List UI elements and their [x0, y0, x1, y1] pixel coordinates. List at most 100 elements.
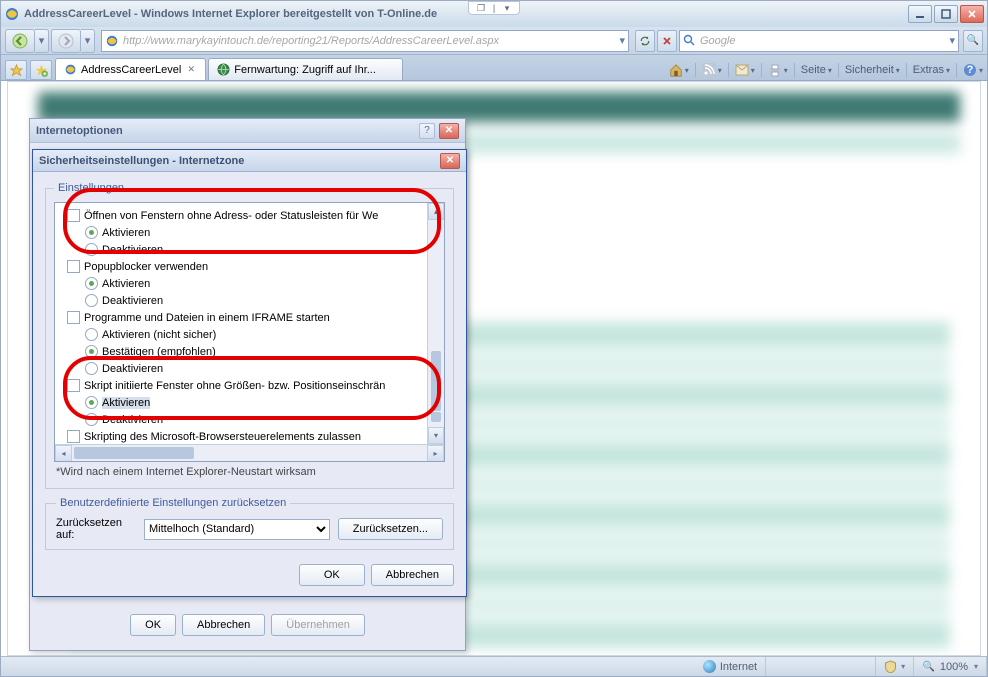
radio-icon — [85, 277, 98, 290]
radio-icon — [85, 413, 98, 426]
dialog-title: Sicherheitseinstellungen - Internetzone — [39, 155, 440, 167]
minimize-button[interactable] — [908, 5, 932, 23]
option-deactivate[interactable]: Deaktivieren — [61, 292, 427, 309]
tab-bar: AddressCareerLevel ✕ Fernwartung: Zugrif… — [1, 55, 987, 81]
back-dropdown[interactable]: ▾ — [35, 29, 49, 53]
address-fav-icon — [105, 34, 119, 48]
option-deactivate[interactable]: Deaktivieren — [61, 241, 427, 258]
reset-button[interactable]: Zurücksetzen... — [338, 518, 443, 540]
page-menu[interactable]: Seite▾ — [801, 64, 832, 76]
ok-button[interactable]: OK — [130, 614, 176, 636]
back-button[interactable] — [5, 29, 35, 53]
option-deactivate[interactable]: Deaktivieren — [61, 411, 427, 428]
dialog-help-button[interactable]: ? — [419, 123, 435, 139]
command-bar: ▾ ▾ ▾ ▾ Seite▾ Sicherheit▾ Extras▾ ?▾ — [669, 63, 983, 80]
scroll-thumb[interactable] — [431, 351, 441, 411]
search-provider-icon — [683, 34, 696, 47]
checkbox-icon — [67, 430, 80, 443]
search-dropdown-icon[interactable]: ▾ — [949, 34, 955, 47]
ok-button[interactable]: OK — [299, 564, 365, 586]
tab-label: AddressCareerLevel — [81, 64, 181, 76]
mini-spacer: | — [488, 3, 500, 13]
tab-fernwartung[interactable]: Fernwartung: Zugriff auf Ihr... — [208, 58, 403, 80]
scroll-right-icon[interactable]: ▸ — [427, 445, 444, 462]
help-button[interactable]: ?▾ — [963, 63, 983, 77]
setting-popup-blocker[interactable]: Popupblocker verwenden — [61, 258, 427, 275]
forward-button[interactable] — [51, 29, 81, 53]
globe-icon — [703, 660, 716, 673]
setting-iframe-launch[interactable]: Programme und Dateien in einem IFRAME st… — [61, 309, 427, 326]
ie-icon — [4, 6, 20, 22]
security-menu[interactable]: Sicherheit▾ — [845, 64, 900, 76]
favorites-star-button[interactable] — [5, 60, 27, 80]
option-activate[interactable]: Aktivieren — [61, 224, 427, 241]
settings-listbox: Öffnen von Fenstern ohne Adress- oder St… — [54, 202, 445, 462]
search-box[interactable]: Google ▾ — [679, 30, 959, 52]
scroll-thumb[interactable] — [74, 447, 194, 459]
checkbox-icon — [67, 311, 80, 324]
setting-browser-control-scripting[interactable]: Skripting des Microsoft-Browsersteuerele… — [61, 428, 427, 444]
vertical-scrollbar[interactable]: ▴ ▾ — [427, 203, 444, 444]
search-go-button[interactable]: 🔍 — [963, 30, 983, 52]
horizontal-scrollbar[interactable]: ◂ ▸ — [55, 444, 444, 461]
feeds-button[interactable]: ▾ — [702, 63, 722, 77]
tab-close-icon[interactable]: ✕ — [185, 64, 197, 76]
option-deactivate[interactable]: Deaktivieren — [61, 360, 427, 377]
ie-window: AddressCareerLevel - Windows Internet Ex… — [0, 0, 988, 677]
cancel-button[interactable]: Abbrechen — [371, 564, 454, 586]
protected-mode[interactable] — [766, 657, 876, 676]
radio-icon — [85, 345, 98, 358]
extras-menu[interactable]: Extras▾ — [913, 64, 950, 76]
cancel-button[interactable]: Abbrechen — [182, 614, 265, 636]
setting-open-windows-no-addressbar[interactable]: Öffnen von Fenstern ohne Adress- oder St… — [61, 207, 427, 224]
mail-button[interactable]: ▾ — [735, 64, 755, 76]
zoom-control[interactable]: 🔍100%▾ — [914, 657, 987, 676]
forward-dropdown[interactable]: ▾ — [81, 29, 95, 53]
zoom-icon: 🔍 — [923, 661, 935, 673]
radio-icon — [85, 362, 98, 375]
setting-script-windows-no-constraints[interactable]: Skript initiierte Fenster ohne Größen- b… — [61, 377, 427, 394]
svg-text:?: ? — [967, 64, 974, 76]
scroll-up-icon[interactable]: ▴ — [428, 203, 444, 220]
restart-footnote: *Wird nach einem Internet Explorer-Neust… — [54, 462, 445, 478]
window-buttons — [908, 5, 984, 23]
radio-icon — [85, 294, 98, 307]
dialog-close-button[interactable]: ✕ — [439, 123, 459, 139]
scroll-left-icon[interactable]: ◂ — [55, 445, 72, 462]
reset-level-select[interactable]: Mittelhoch (Standard) — [144, 519, 330, 540]
close-button[interactable] — [960, 5, 984, 23]
refresh-button[interactable] — [635, 30, 655, 52]
maximize-button[interactable] — [934, 5, 958, 23]
scroll-down-icon[interactable]: ▾ — [428, 427, 444, 444]
radio-icon — [85, 226, 98, 239]
checkbox-icon — [67, 260, 80, 273]
mini-restore-icon[interactable]: ❐ — [475, 3, 487, 14]
shield-warn-icon — [884, 660, 897, 673]
stop-button[interactable] — [657, 30, 677, 52]
option-activate[interactable]: Aktivieren — [61, 275, 427, 292]
option-confirm-recommended[interactable]: Bestätigen (empfohlen) — [61, 343, 427, 360]
apply-button[interactable]: Übernehmen — [271, 614, 365, 636]
dialog-close-button[interactable]: ✕ — [440, 153, 460, 169]
reset-label: Zurücksetzen auf: — [56, 517, 136, 541]
address-dropdown-icon[interactable]: ▾ — [619, 34, 625, 47]
dialog-titlebar: Internetoptionen ? ✕ — [30, 119, 465, 143]
option-activate[interactable]: Aktivieren — [61, 394, 427, 411]
status-zone[interactable]: Internet — [695, 657, 766, 676]
tab-addresscareerlevel[interactable]: AddressCareerLevel ✕ — [55, 58, 206, 80]
reset-fieldset: Benutzerdefinierte Einstellungen zurücks… — [45, 497, 454, 550]
favorites-add-button[interactable] — [30, 60, 52, 80]
titlebar: AddressCareerLevel - Windows Internet Ex… — [1, 1, 987, 27]
status-mixed[interactable]: ▾ — [876, 657, 914, 676]
home-button[interactable]: ▾ — [669, 63, 689, 77]
settings-legend: Einstellungen — [54, 182, 128, 194]
address-bar[interactable]: http://www.marykayintouch.de/reporting21… — [101, 30, 629, 52]
radio-icon — [85, 396, 98, 409]
mini-expand-icon[interactable]: ▾ — [501, 3, 513, 14]
checkbox-icon — [67, 209, 80, 222]
ie-icon — [64, 63, 77, 76]
radio-icon — [85, 328, 98, 341]
search-placeholder: Google — [700, 35, 949, 47]
print-button[interactable]: ▾ — [768, 63, 788, 77]
option-activate-unsafe[interactable]: Aktivieren (nicht sicher) — [61, 326, 427, 343]
